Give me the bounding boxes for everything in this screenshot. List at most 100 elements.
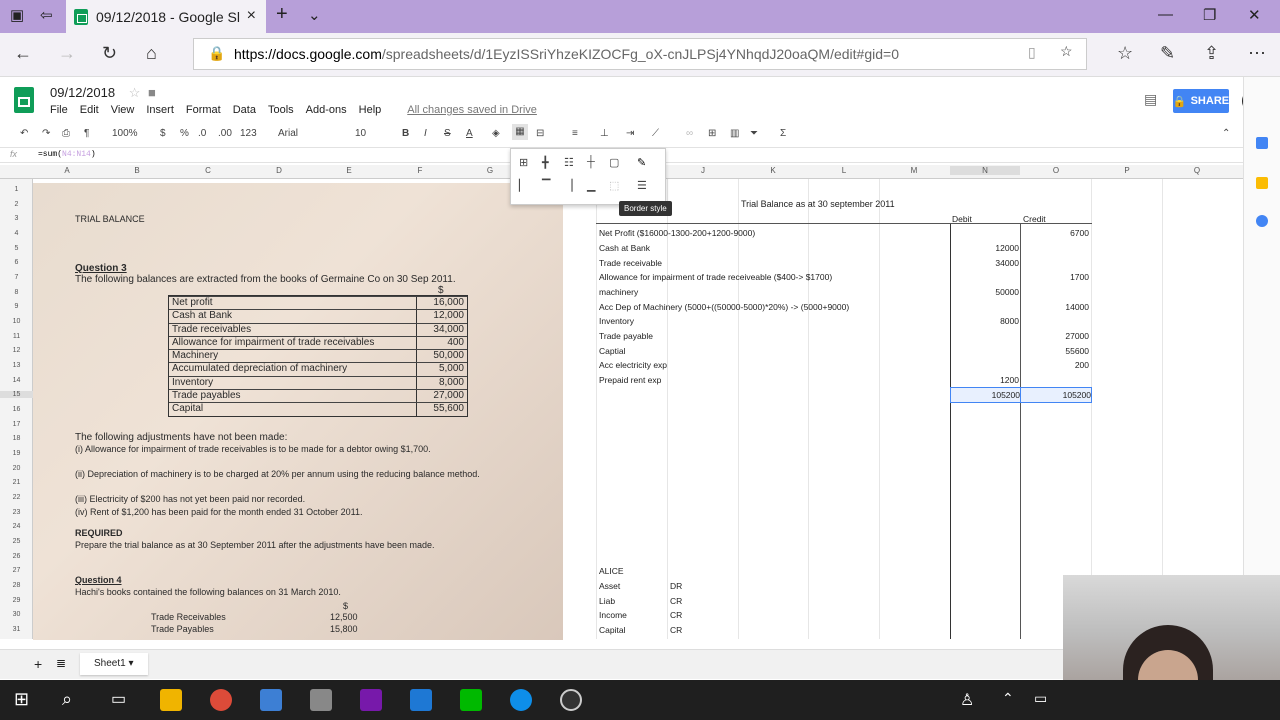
share-button[interactable]: 🔒 SHARE: [1173, 89, 1229, 113]
keep-icon[interactable]: [1256, 177, 1268, 189]
menu-file[interactable]: File: [50, 104, 68, 116]
new-tab-icon[interactable]: +: [276, 3, 288, 26]
row-header[interactable]: 18: [0, 435, 33, 442]
sheet-row-label[interactable]: Prepaid rent exp: [599, 373, 661, 387]
row-header[interactable]: 13: [0, 362, 33, 369]
row-header[interactable]: 12: [0, 347, 33, 354]
col-header-e[interactable]: E: [314, 166, 384, 175]
alice-row-label[interactable]: Liab: [599, 594, 615, 608]
alice-row-label[interactable]: Income: [599, 608, 627, 622]
sheet-debit-cell[interactable]: 12000: [951, 241, 1019, 255]
col-header-p[interactable]: P: [1092, 166, 1162, 175]
col-header-m[interactable]: M: [879, 166, 949, 175]
percent-format-button[interactable]: %: [180, 128, 189, 139]
merge-cells-icon[interactable]: ⊟: [536, 128, 544, 139]
text-color-button[interactable]: A: [466, 128, 473, 139]
paint-format-icon[interactable]: ¶: [84, 128, 89, 139]
sheet-tab[interactable]: Sheet1 ▾: [80, 653, 148, 675]
sheet-credit-cell[interactable]: 14000: [1021, 300, 1089, 314]
browser-tab[interactable]: 09/12/2018 - Google Sl ×: [66, 0, 266, 33]
line-icon[interactable]: [460, 689, 482, 711]
col-header-b[interactable]: B: [102, 166, 172, 175]
sheet-credit-cell[interactable]: 1700: [1021, 270, 1089, 284]
app-icon[interactable]: [310, 689, 332, 711]
menu-help[interactable]: Help: [359, 104, 382, 116]
alice-row-side[interactable]: CR: [670, 594, 682, 608]
clear-borders-icon[interactable]: ⬚: [609, 179, 619, 192]
menu-format[interactable]: Format: [186, 104, 221, 116]
row-header[interactable]: 2: [0, 201, 33, 208]
row-header[interactable]: 19: [0, 450, 33, 457]
tasks-icon[interactable]: [1256, 215, 1268, 227]
windows-start-icon[interactable]: ⊞: [14, 689, 29, 710]
zoom-select[interactable]: 100%: [112, 128, 138, 139]
row-header[interactable]: 29: [0, 597, 33, 604]
undo-icon[interactable]: ↶: [20, 128, 28, 139]
row-header[interactable]: 31: [0, 626, 33, 633]
alice-title-cell[interactable]: ALICE: [599, 564, 624, 578]
col-header-j[interactable]: J: [668, 166, 738, 175]
forward-icon[interactable]: →: [58, 43, 76, 64]
sheet-row-label[interactable]: Acc electricity exp: [599, 358, 667, 372]
sheet-row-label[interactable]: Acc Dep of Machinery (5000+((50000-5000)…: [599, 300, 849, 314]
row-header[interactable]: 21: [0, 479, 33, 486]
close-window-icon[interactable]: ✕: [1248, 6, 1261, 24]
row-header[interactable]: 14: [0, 377, 33, 384]
row-header[interactable]: 15: [0, 391, 33, 398]
sheet-credit-cell[interactable]: 27000: [1021, 329, 1089, 343]
row-header[interactable]: 8: [0, 289, 33, 296]
menu-edit[interactable]: Edit: [80, 104, 99, 116]
restore-icon[interactable]: ❐: [1203, 6, 1216, 24]
minimize-icon[interactable]: —: [1158, 6, 1173, 23]
row-header[interactable]: 4: [0, 230, 33, 237]
row-header[interactable]: 16: [0, 406, 33, 413]
sheet-credit-cell[interactable]: 55600: [1021, 344, 1089, 358]
more-formats-button[interactable]: 123: [240, 128, 257, 139]
row-header[interactable]: 28: [0, 582, 33, 589]
refresh-icon[interactable]: ↻: [102, 43, 117, 64]
col-header-l[interactable]: L: [809, 166, 879, 175]
row-header[interactable]: 10: [0, 318, 33, 325]
row-header[interactable]: 3: [0, 215, 33, 222]
borders-icon[interactable]: ▦: [512, 124, 528, 140]
row-header[interactable]: 30: [0, 611, 33, 618]
add-sheet-icon[interactable]: +: [34, 656, 42, 672]
folder-icon[interactable]: ■: [148, 85, 156, 100]
inner-borders-icon[interactable]: ╋: [542, 156, 549, 169]
filter-icon[interactable]: ⏷: [750, 128, 758, 139]
font-size-select[interactable]: 10: [355, 128, 366, 139]
col-header-c[interactable]: C: [173, 166, 243, 175]
right-border-icon[interactable]: ▕: [564, 179, 572, 192]
horizontal-align-icon[interactable]: ≡: [572, 128, 578, 139]
favorites-icon[interactable]: ☆: [1117, 43, 1133, 64]
insert-comment-icon[interactable]: ⊞: [708, 128, 716, 139]
sheet-row-label[interactable]: Captial: [599, 344, 625, 358]
star-icon[interactable]: ☆: [129, 85, 141, 100]
onenote-icon[interactable]: [360, 689, 382, 711]
row-header[interactable]: 17: [0, 421, 33, 428]
back-icon[interactable]: ←: [14, 43, 32, 64]
row-header[interactable]: 22: [0, 494, 33, 501]
border-style-icon[interactable]: ☰: [637, 179, 647, 192]
col-header-d[interactable]: D: [244, 166, 314, 175]
menu-insert[interactable]: Insert: [146, 104, 174, 116]
row-header[interactable]: 1: [0, 186, 33, 193]
teamviewer-icon[interactable]: [510, 689, 532, 711]
row-header[interactable]: 25: [0, 538, 33, 545]
row-header[interactable]: 7: [0, 274, 33, 281]
more-menu-icon[interactable]: ⋯: [1248, 43, 1266, 64]
row-header[interactable]: 27: [0, 567, 33, 574]
fill-color-icon[interactable]: ◈: [492, 128, 500, 139]
set-aside-tabs-icon[interactable]: ⇦: [40, 6, 53, 24]
row-header[interactable]: 11: [0, 333, 33, 340]
bottom-border-icon[interactable]: ▁: [587, 179, 595, 192]
total-credit-cell[interactable]: 105200: [1020, 387, 1092, 403]
sheet-debit-cell[interactable]: 1200: [951, 373, 1019, 387]
insert-chart-icon[interactable]: ▥: [730, 128, 739, 139]
top-border-icon[interactable]: ▔: [542, 179, 550, 192]
redo-icon[interactable]: ↷: [42, 128, 50, 139]
row-header[interactable]: 26: [0, 553, 33, 560]
notes-pen-icon[interactable]: ✎: [1160, 43, 1175, 64]
text-rotation-icon[interactable]: ⟋: [652, 128, 659, 139]
sheet-debit-cell[interactable]: 8000: [951, 314, 1019, 328]
